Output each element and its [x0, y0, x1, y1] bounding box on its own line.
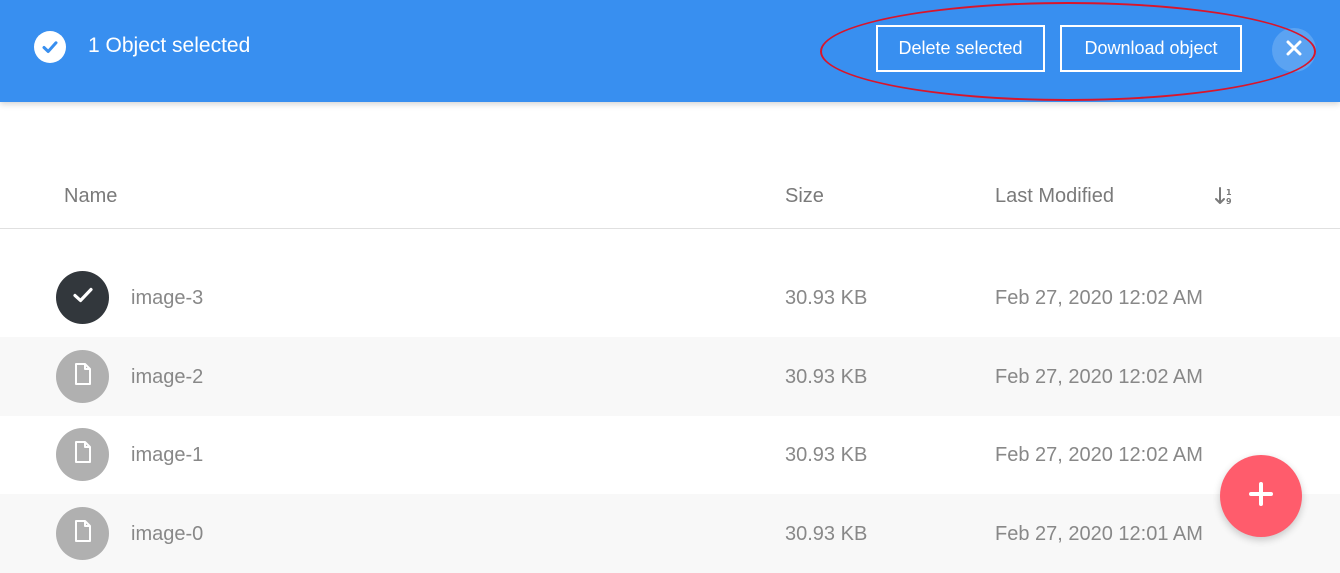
- download-object-button[interactable]: Download object: [1060, 25, 1242, 72]
- file-icon: [73, 440, 93, 469]
- selection-bar: 1 Object selected Delete selected Downlo…: [0, 0, 1340, 102]
- svg-text:9: 9: [1226, 197, 1232, 206]
- table-row[interactable]: image-1 30.93 KB Feb 27, 2020 12:02 AM: [0, 415, 1340, 494]
- object-name[interactable]: image-0: [131, 522, 203, 546]
- object-size: 30.93 KB: [785, 523, 868, 545]
- table-row[interactable]: image-0 30.93 KB Feb 27, 2020 12:01 AM: [0, 494, 1340, 573]
- plus-icon: [1248, 481, 1274, 512]
- file-avatar[interactable]: [56, 428, 109, 481]
- sort-icon[interactable]: 1 9: [1214, 186, 1236, 211]
- object-modified: Feb 27, 2020 12:01 AM: [995, 523, 1203, 545]
- table-row[interactable]: image-3 30.93 KB Feb 27, 2020 12:02 AM: [0, 258, 1340, 337]
- file-avatar[interactable]: [56, 350, 109, 403]
- table-row[interactable]: image-2 30.93 KB Feb 27, 2020 12:02 AM: [0, 337, 1340, 416]
- add-button[interactable]: [1220, 455, 1302, 537]
- object-size: 30.93 KB: [785, 287, 868, 309]
- close-icon: [1286, 40, 1302, 61]
- table-header: Name Size Last Modified 1 9: [0, 160, 1340, 229]
- close-selection-button[interactable]: [1272, 28, 1316, 72]
- object-modified: Feb 27, 2020 12:02 AM: [995, 366, 1203, 388]
- object-size: 30.93 KB: [785, 444, 868, 466]
- object-modified: Feb 27, 2020 12:02 AM: [995, 444, 1203, 466]
- object-name[interactable]: image-2: [131, 365, 203, 389]
- file-icon: [73, 519, 93, 548]
- object-name[interactable]: image-1: [131, 443, 203, 467]
- column-header-name[interactable]: Name: [64, 184, 117, 208]
- check-circle-icon: [34, 31, 66, 63]
- check-icon: [72, 286, 94, 309]
- file-icon: [73, 362, 93, 391]
- svg-text:1: 1: [1226, 188, 1232, 197]
- file-avatar[interactable]: [56, 507, 109, 560]
- object-size: 30.93 KB: [785, 366, 868, 388]
- column-header-size[interactable]: Size: [785, 184, 824, 208]
- object-name[interactable]: image-3: [131, 286, 203, 310]
- object-modified: Feb 27, 2020 12:02 AM: [995, 287, 1203, 309]
- column-header-last-modified[interactable]: Last Modified: [995, 184, 1114, 208]
- selected-check-avatar[interactable]: [56, 271, 109, 324]
- selection-status: 1 Object selected: [88, 34, 251, 57]
- delete-selected-button[interactable]: Delete selected: [876, 25, 1045, 72]
